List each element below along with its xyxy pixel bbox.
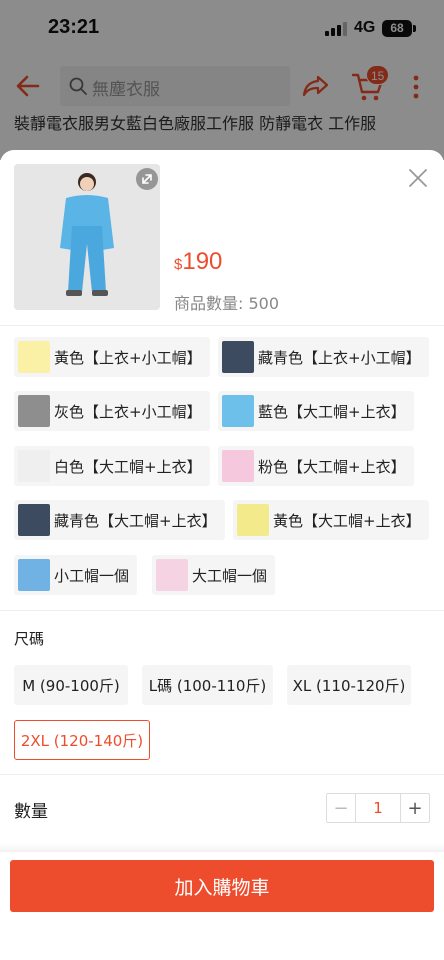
divider	[0, 774, 444, 775]
increase-quantity-button[interactable]: +	[401, 794, 429, 822]
quantity-label: 數量	[14, 802, 48, 822]
size-option-selected[interactable]: 2XL (120-140斤)	[14, 720, 150, 760]
product-image[interactable]	[14, 164, 160, 310]
divider	[0, 325, 444, 326]
variation-thumbnail	[222, 395, 254, 427]
size-option[interactable]: L碼 (100-110斤)	[142, 665, 273, 705]
dim-overlay[interactable]	[0, 0, 444, 160]
close-icon[interactable]	[404, 164, 432, 192]
footer-shadow	[0, 844, 444, 852]
variation-thumbnail	[18, 395, 50, 427]
decrease-quantity-button[interactable]: −	[327, 794, 355, 822]
variation-option[interactable]: 藏青色【大工帽+上衣】	[14, 500, 225, 540]
variation-option[interactable]: 藍色【大工帽+上衣】	[218, 391, 414, 431]
variation-thumbnail	[156, 559, 188, 591]
variation-option[interactable]: 黃色【上衣+小工帽】	[14, 337, 210, 377]
variation-option[interactable]: 藏青色【上衣+小工帽】	[218, 337, 429, 377]
variation-option[interactable]: 灰色【上衣+小工帽】	[14, 391, 210, 431]
size-option[interactable]: XL (110-120斤)	[287, 665, 411, 705]
variation-option[interactable]: 黃色【大工帽+上衣】	[233, 500, 429, 540]
add-to-cart-button[interactable]: 加入購物車	[10, 860, 434, 912]
variation-thumbnail	[18, 450, 50, 482]
divider	[0, 610, 444, 611]
variation-thumbnail	[18, 504, 50, 536]
variation-thumbnail	[222, 341, 254, 373]
variation-option[interactable]: 粉色【大工帽+上衣】	[218, 446, 414, 486]
variation-thumbnail	[18, 559, 50, 591]
variation-thumbnail	[222, 450, 254, 482]
size-section-title: 尺碼	[14, 630, 45, 648]
variation-option[interactable]: 大工帽一個	[152, 555, 276, 595]
variation-option[interactable]: 白色【大工帽+上衣】	[14, 446, 210, 486]
quantity-stepper: − 1 +	[326, 793, 430, 823]
product-price: $190	[174, 248, 223, 275]
expand-icon[interactable]	[136, 168, 158, 190]
stock-quantity: 商品數量: 500	[174, 294, 280, 313]
size-option[interactable]: M (90-100斤)	[14, 665, 128, 705]
variation-option[interactable]: 小工帽一個	[14, 555, 138, 595]
variation-thumbnail	[18, 341, 50, 373]
quantity-input[interactable]: 1	[355, 794, 401, 822]
variation-sheet: $190 商品數量: 500 黃色【上衣+小工帽】 藏青色【上衣+小工帽】 灰色…	[0, 150, 444, 960]
variation-thumbnail	[237, 504, 269, 536]
